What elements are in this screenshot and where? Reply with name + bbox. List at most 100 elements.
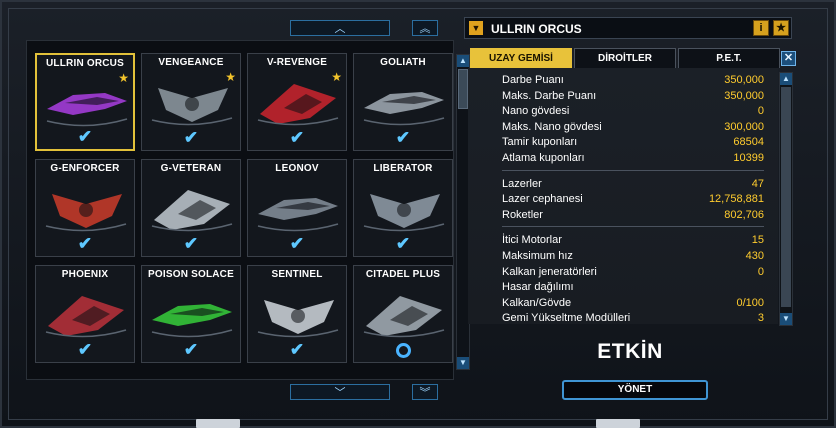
ship-select-dropdown[interactable]: ▼ ULLRIN ORCUS [464,17,792,39]
chevron-up-icon: ︿ [334,23,346,35]
ship-name: POISON SOLACE [148,269,234,280]
ship-grid-panel: ULLRIN ORCUS ★ ✔ VENGEANCE ★ ✔ V-REVENGE ★ ✔ G… [26,40,454,380]
stat-label: Gemi Yükseltme Modülleri [502,312,631,325]
stat-row: Darbe Puanı 350,000 [468,72,774,88]
ship-card[interactable]: G-ENFORCER ✔ [35,159,135,257]
ship-status: ETKİN [597,340,663,363]
ship-image [254,74,340,132]
favorite-star-icon: ★ [331,70,342,84]
stat-label: Roketler [502,208,543,221]
stat-value: 430 [745,250,764,262]
ship-image [148,180,234,238]
stat-row: Kalkan/Gövde 0/100 [468,295,774,311]
ship-image [148,286,234,344]
scroll-up-button[interactable]: ︿ [290,20,390,36]
stat-row: Kalkan jeneratörleri 0 [468,264,774,280]
stat-label: İtici Motorlar [502,234,562,247]
stat-value: 47 [751,177,764,190]
ship-card[interactable]: GOLIATH ✔ [353,53,453,151]
stat-label: Lazerler [502,177,542,190]
ship-card[interactable]: CITADEL PLUS [353,265,453,363]
ship-image [360,286,446,344]
footer-decoration [596,419,640,428]
stat-row: Atlama kuponları 10399 [468,150,774,166]
ship-image [254,180,340,238]
ship-name: V-REVENGE [266,57,328,68]
ship-image [148,74,234,132]
stat-row: Roketler 802,706 [468,207,774,223]
scroll-bottom-button[interactable]: ︾ [412,384,438,400]
ship-card[interactable]: G-VETERAN ✔ [141,159,241,257]
stat-label: Hasar dağılımı [502,281,574,294]
info-button[interactable]: i [753,20,769,36]
manage-button[interactable]: YÖNET [562,380,708,400]
footer-decoration [196,419,240,428]
stat-label: Nano gövdesi [502,105,570,118]
scroll-top-button[interactable]: ︽ [412,20,438,36]
stat-value: 0 [757,265,764,278]
stat-value: 350,000 [724,89,764,102]
scroll-down-button[interactable]: ﹀ [290,384,390,400]
ship-image [42,180,128,238]
stat-row: Tamir kuponları 68504 [468,134,774,150]
ship-card[interactable]: PHOENIX ✔ [35,265,135,363]
ship-name: LIBERATOR [373,163,433,174]
stat-label: Maksimum hız [502,250,573,262]
ship-card[interactable]: SENTINEL ✔ [247,265,347,363]
ship-card[interactable]: POISON SOLACE ✔ [141,265,241,363]
ship-name: G-VETERAN [160,163,222,174]
scrollbar-thumb[interactable] [458,69,468,109]
stat-label: Maks. Nano gövdesi [502,120,602,133]
detail-tabs: UZAY GEMİSİ DİROİTLER P.E.T. [470,48,780,68]
stats-scroll-down-icon[interactable]: ▼ [780,313,792,325]
tab-2[interactable]: P.E.T. [678,48,780,68]
scrollbar-up-arrow-icon[interactable]: ▲ [457,55,469,67]
stat-row: Lazerler 47 [468,176,774,192]
ship-name: PHOENIX [61,269,109,280]
stat-label: Tamir kuponları [502,136,578,149]
tab-1[interactable]: DİROİTLER [574,48,676,68]
owned-check-icon: ✔ [77,127,93,146]
ship-card[interactable]: LIBERATOR ✔ [353,159,453,257]
stats-scrollbar[interactable]: ▲ ▼ [779,72,793,326]
tab-0[interactable]: UZAY GEMİSİ [470,48,572,68]
stat-row: Gemi Yükseltme Modülleri 3 [468,310,774,326]
stat-row: Maksimum hız 430 [468,248,774,264]
owned-check-icon: ✔ [289,128,305,147]
stat-label: Maks. Darbe Puanı [502,89,597,102]
owned-check-icon: ✔ [183,234,199,253]
stat-label: Atlama kuponları [502,152,585,164]
stat-row: Lazer cephanesi 12,758,881 [468,191,774,207]
ship-stats-panel: Darbe Puanı 350,000 Maks. Darbe Puanı 350,0… [468,68,778,324]
stats-scroll-thumb[interactable] [781,87,791,307]
ship-image [254,286,340,344]
stat-value: 0 [757,105,764,118]
close-icon[interactable]: ✕ [781,51,796,66]
ship-name: SENTINEL [271,269,323,280]
ship-card[interactable]: VENGEANCE ★ ✔ [141,53,241,151]
ship-card[interactable]: V-REVENGE ★ ✔ [247,53,347,151]
chevron-down-icon: ﹀ [334,387,346,399]
stat-divider [502,226,764,228]
ship-name: LEONOV [275,163,319,174]
stats-scroll-up-icon[interactable]: ▲ [780,73,792,85]
ship-card[interactable]: ULLRIN ORCUS ★ ✔ [35,53,135,151]
double-chevron-up-icon: ︽ [419,23,431,35]
favorite-button[interactable]: ★ [773,20,789,36]
stat-value: 300,000 [724,120,764,133]
double-chevron-down-icon: ︾ [419,387,431,399]
stat-label: Kalkan jeneratörleri [502,265,597,278]
owned-check-icon: ✔ [77,340,93,359]
stat-row: İtici Motorlar 15 [468,232,774,248]
ship-name: ULLRIN ORCUS [46,58,124,69]
stat-value: 0/100 [736,296,764,309]
stat-value: 68504 [733,136,764,149]
stat-label: Kalkan/Gövde [502,296,572,309]
ship-card[interactable]: LEONOV ✔ [247,159,347,257]
scrollbar-down-arrow-icon[interactable]: ▼ [457,357,469,369]
ship-image [42,286,128,344]
stat-value: 350,000 [724,74,764,86]
stat-row: Maks. Darbe Puanı 350,000 [468,88,774,104]
ship-image [360,74,446,132]
ship-name: G-ENFORCER [50,163,120,174]
